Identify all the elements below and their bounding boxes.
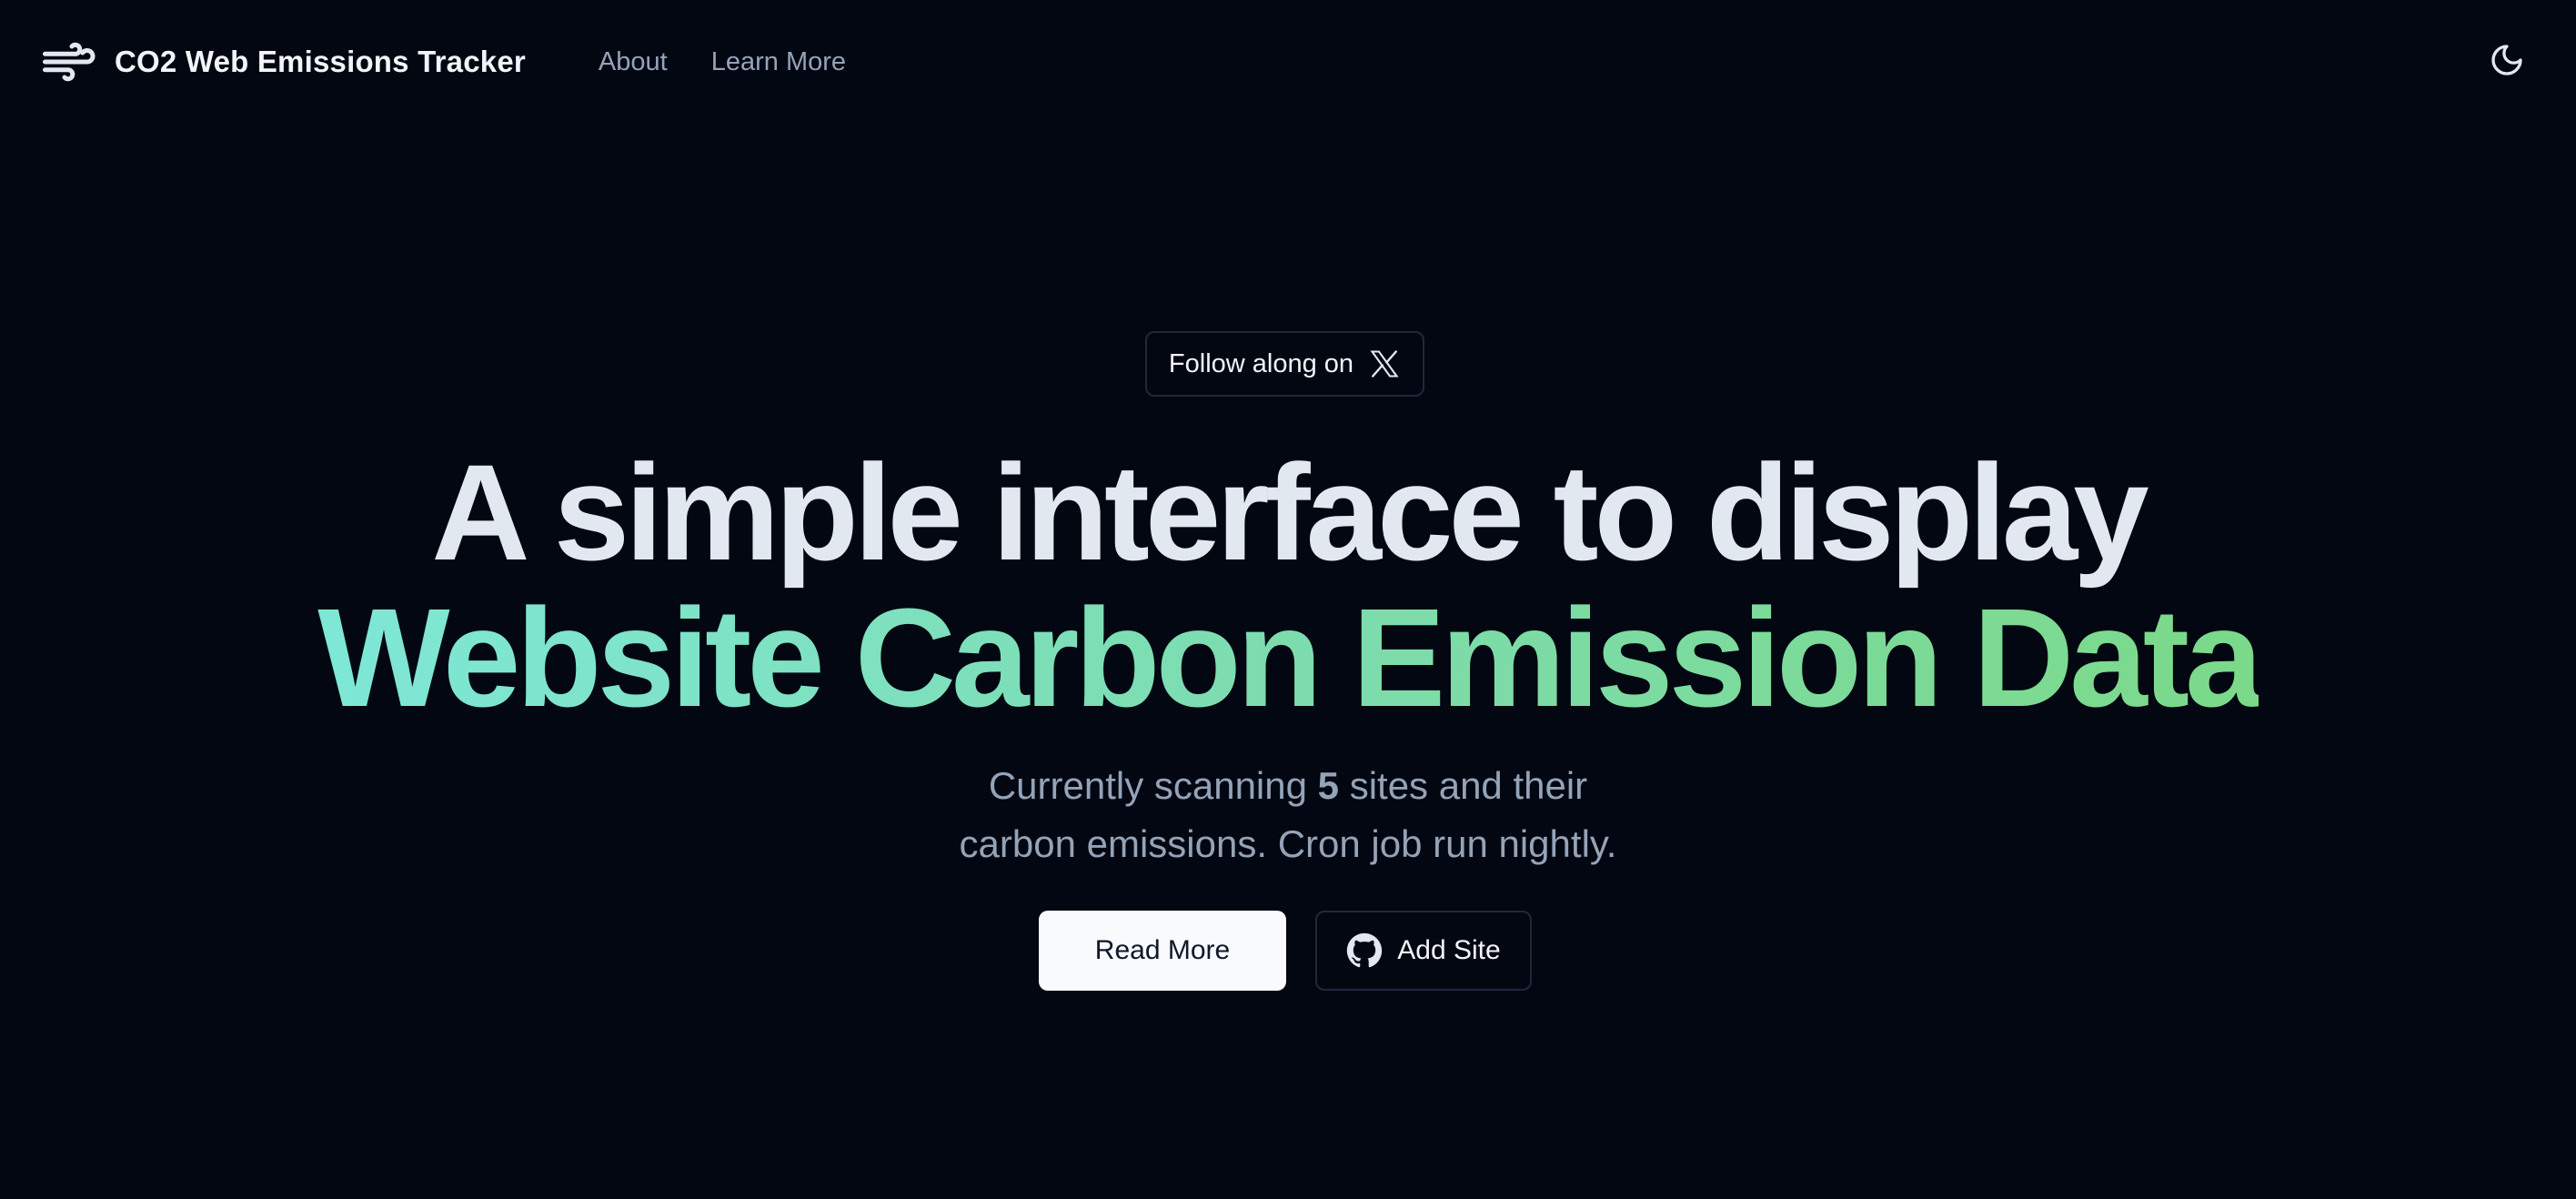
add-site-button[interactable]: Add Site [1315, 911, 1532, 991]
github-icon [1346, 932, 1383, 969]
follow-label: Follow along on [1168, 348, 1354, 378]
subtext-prefix: Currently scanning [988, 764, 1307, 807]
read-more-button[interactable]: Read More [1039, 911, 1286, 991]
subtext-line-1: Currently scanning 5 sites and their [0, 757, 2576, 815]
x-logo-icon [1368, 348, 1401, 380]
headline-gradient-text: Website Carbon Emission Data [317, 579, 2262, 736]
site-count: 5 [1317, 764, 1340, 807]
hero-section: Follow along on A simple interface to di… [0, 0, 2576, 1199]
follow-on-x-badge[interactable]: Follow along on [1145, 331, 1424, 397]
read-more-label: Read More [1094, 935, 1231, 965]
headline-line-2: Website Carbon Emission Data [0, 588, 2576, 728]
page: CO2 Web Emissions Tracker About Learn Mo… [0, 0, 2576, 1199]
headline-line-1: A simple interface to display [431, 436, 2148, 589]
add-site-label: Add Site [1397, 935, 1501, 965]
subtext-line-2: carbon emissions. Cron job run nightly. [959, 822, 1617, 865]
subtext-suffix: sites and their [1349, 764, 1588, 807]
